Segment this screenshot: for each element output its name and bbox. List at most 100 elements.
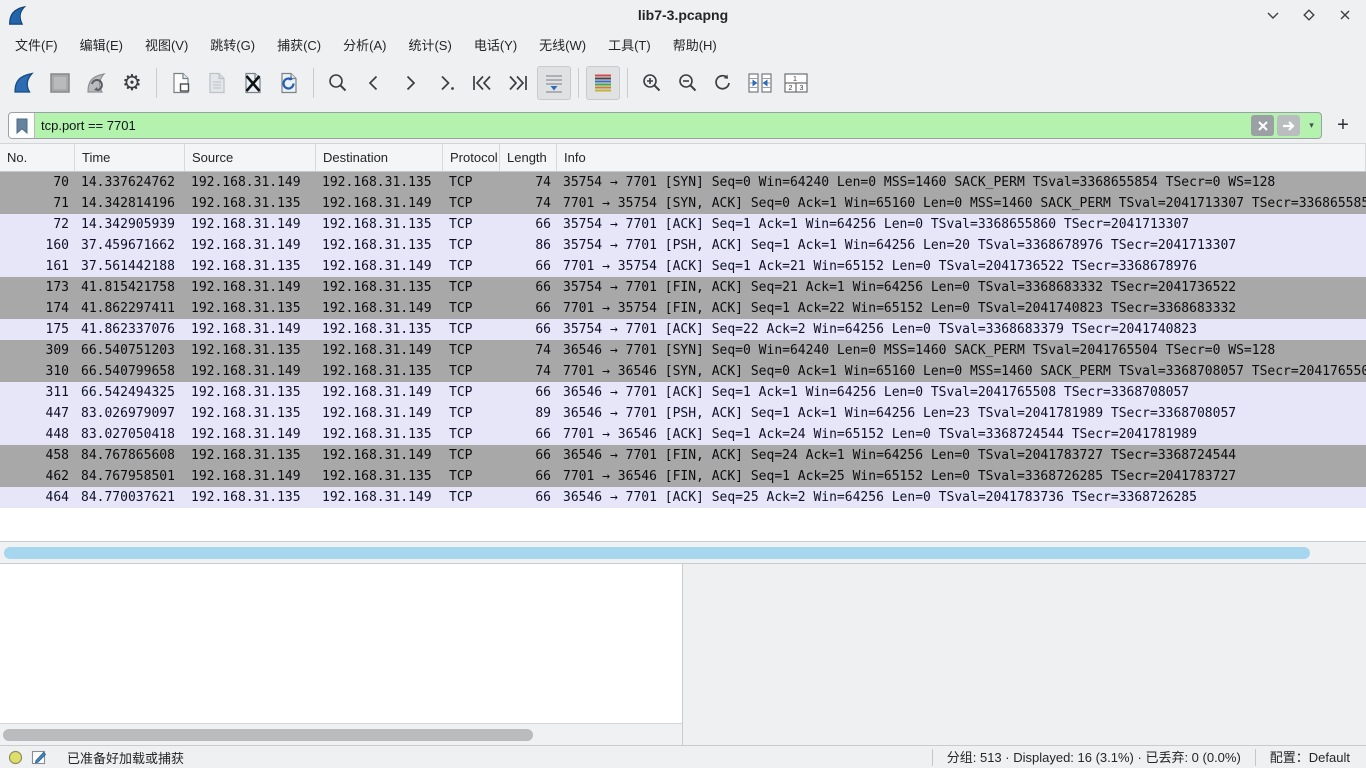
packet-row[interactable]: 173 41.815421758 192.168.31.149 192.168.… — [0, 277, 1366, 298]
restart-capture-button[interactable] — [79, 66, 113, 100]
filter-apply-button[interactable] — [1277, 115, 1300, 136]
capture-comment-icon[interactable] — [31, 749, 47, 765]
window-controls — [1262, 0, 1356, 30]
layout-chooser-button[interactable]: 123 — [779, 66, 813, 100]
menu-item[interactable]: 视图(V) — [134, 31, 199, 58]
save-file-button[interactable] — [200, 66, 234, 100]
packet-row[interactable]: 160 37.459671662 192.168.31.149 192.168.… — [0, 235, 1366, 256]
packet-cell-source: 192.168.31.135 — [185, 445, 316, 466]
colorize-button[interactable] — [586, 66, 620, 100]
packet-cell-destination: 192.168.31.149 — [316, 298, 443, 319]
packet-row[interactable]: 175 41.862337076 192.168.31.149 192.168.… — [0, 319, 1366, 340]
column-header-source[interactable]: Source — [185, 144, 316, 171]
filter-bookmark-button[interactable] — [9, 113, 35, 138]
packet-cell-source: 192.168.31.149 — [185, 172, 316, 193]
toolbar-separator — [156, 68, 157, 98]
column-header-time[interactable]: Time — [75, 144, 185, 171]
hscrollbar-thumb[interactable] — [4, 547, 1310, 559]
filter-expression[interactable]: tcp.port == 7701 — [35, 118, 1251, 133]
shark-fin-icon — [12, 71, 36, 95]
find-packet-button[interactable] — [321, 66, 355, 100]
packet-cell-length: 66 — [500, 298, 557, 319]
maximize-icon[interactable] — [1298, 4, 1320, 26]
open-file-button[interactable] — [164, 66, 198, 100]
packet-cell-no: 175 — [0, 319, 75, 340]
reload-file-button[interactable] — [272, 66, 306, 100]
auto-scroll-button[interactable] — [537, 66, 571, 100]
menu-item[interactable]: 捕获(C) — [266, 31, 332, 58]
menu-item[interactable]: 无线(W) — [528, 31, 597, 58]
packet-row[interactable]: 464 84.770037621 192.168.31.135 192.168.… — [0, 487, 1366, 508]
menu-item[interactable]: 统计(S) — [397, 31, 462, 58]
packet-rows: 70 14.337624762 192.168.31.149 192.168.3… — [0, 172, 1366, 508]
capture-options-button[interactable]: ⚙ — [115, 66, 149, 100]
packet-row[interactable]: 161 37.561442188 192.168.31.135 192.168.… — [0, 256, 1366, 277]
column-header-protocol[interactable]: Protocol — [443, 144, 500, 171]
packet-row[interactable]: 311 66.542494325 192.168.31.135 192.168.… — [0, 382, 1366, 403]
packet-row[interactable]: 72 14.342905939 192.168.31.149 192.168.3… — [0, 214, 1366, 235]
packet-cell-no: 174 — [0, 298, 75, 319]
filter-add-button[interactable]: + — [1328, 111, 1358, 141]
close-file-button[interactable] — [236, 66, 270, 100]
packet-cell-length: 66 — [500, 424, 557, 445]
menu-item[interactable]: 编辑(E) — [69, 31, 134, 58]
packet-row[interactable]: 71 14.342814196 192.168.31.135 192.168.3… — [0, 193, 1366, 214]
filter-dropdown-caret[interactable]: ▾ — [1303, 113, 1319, 138]
packet-row[interactable]: 447 83.026979097 192.168.31.135 192.168.… — [0, 403, 1366, 424]
go-back-button[interactable] — [357, 66, 391, 100]
column-header-length[interactable]: Length — [500, 144, 557, 171]
menu-item[interactable]: 文件(F) — [4, 31, 69, 58]
search-icon — [326, 71, 350, 95]
zoom-out-button[interactable] — [671, 66, 705, 100]
zoom-reset-button[interactable] — [707, 66, 741, 100]
packet-row[interactable]: 174 41.862297411 192.168.31.135 192.168.… — [0, 298, 1366, 319]
packet-cell-time: 66.542494325 — [75, 382, 185, 403]
packet-cell-protocol: TCP — [443, 319, 500, 340]
packet-cell-no: 311 — [0, 382, 75, 403]
menu-item[interactable]: 帮助(H) — [662, 31, 728, 58]
apply-arrow-icon — [1282, 120, 1296, 132]
resize-columns-button[interactable] — [743, 66, 777, 100]
packet-list-pane: No. Time Source Destination Protocol Len… — [0, 144, 1366, 563]
packet-cell-source: 192.168.31.135 — [185, 298, 316, 319]
packet-cell-no: 447 — [0, 403, 75, 424]
column-header-no[interactable]: No. — [0, 144, 75, 171]
packet-row[interactable]: 310 66.540799658 192.168.31.149 192.168.… — [0, 361, 1366, 382]
packet-details-pane — [0, 564, 683, 745]
details-hscrollbar-thumb[interactable] — [3, 729, 533, 741]
packet-cell-no: 71 — [0, 193, 75, 214]
menu-item[interactable]: 电话(Y) — [463, 31, 528, 58]
packet-row[interactable]: 70 14.337624762 192.168.31.149 192.168.3… — [0, 172, 1366, 193]
profile-text[interactable]: 配置：Default — [1255, 749, 1364, 766]
svg-text:2: 2 — [789, 85, 793, 92]
menu-item[interactable]: 跳转(G) — [199, 31, 266, 58]
zoom-in-button[interactable] — [635, 66, 669, 100]
menu-item[interactable]: 分析(A) — [332, 31, 397, 58]
filter-clear-button[interactable] — [1251, 115, 1274, 136]
stop-capture-button[interactable] — [43, 66, 77, 100]
packet-row[interactable]: 458 84.767865608 192.168.31.135 192.168.… — [0, 445, 1366, 466]
packet-row[interactable]: 462 84.767958501 192.168.31.149 192.168.… — [0, 466, 1366, 487]
packet-bytes-pane — [683, 564, 1366, 745]
menu-item[interactable]: 工具(T) — [597, 31, 662, 58]
minimize-icon[interactable] — [1262, 4, 1284, 26]
packet-cell-time: 41.862337076 — [75, 319, 185, 340]
column-header-info[interactable]: Info — [557, 144, 1366, 171]
go-last-button[interactable] — [501, 66, 535, 100]
packet-cell-info: 35754 → 7701 [SYN] Seq=0 Win=64240 Len=0… — [557, 172, 1366, 193]
display-filter-input[interactable]: tcp.port == 7701 ▾ — [8, 112, 1322, 139]
packet-cell-protocol: TCP — [443, 214, 500, 235]
column-header-destination[interactable]: Destination — [316, 144, 443, 171]
packet-cell-info: 36546 → 7701 [ACK] Seq=25 Ack=2 Win=6425… — [557, 487, 1366, 508]
go-to-packet-button[interactable] — [429, 66, 463, 100]
start-capture-button[interactable] — [7, 66, 41, 100]
close-icon[interactable] — [1334, 4, 1356, 26]
packet-cell-protocol: TCP — [443, 277, 500, 298]
go-forward-button[interactable] — [393, 66, 427, 100]
last-packet-icon — [505, 71, 531, 95]
packet-row[interactable]: 448 83.027050418 192.168.31.149 192.168.… — [0, 424, 1366, 445]
expert-info-icon[interactable] — [8, 750, 23, 765]
go-first-button[interactable] — [465, 66, 499, 100]
svg-text:3: 3 — [800, 85, 804, 92]
packet-row[interactable]: 309 66.540751203 192.168.31.135 192.168.… — [0, 340, 1366, 361]
